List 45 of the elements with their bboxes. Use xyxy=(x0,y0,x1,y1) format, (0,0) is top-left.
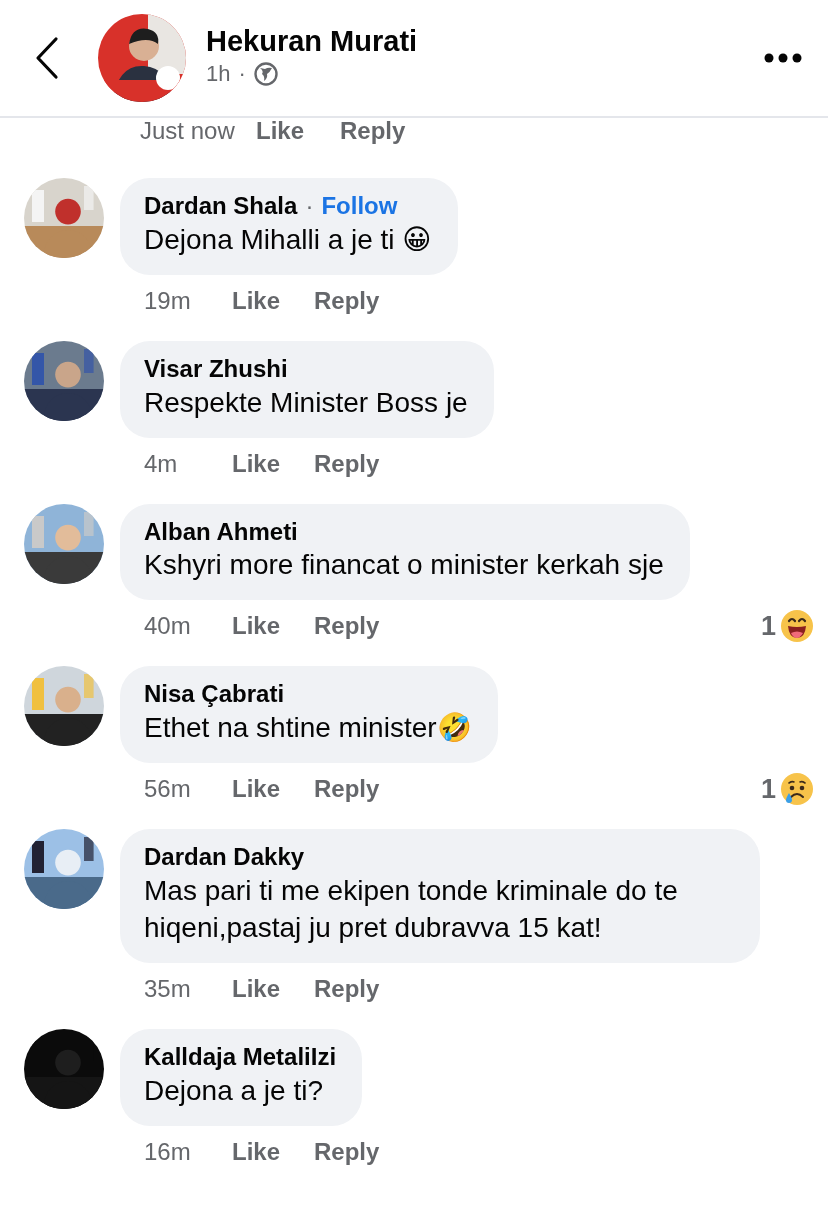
comment-time: Just now xyxy=(140,118,236,145)
like-link[interactable]: Like xyxy=(256,118,340,145)
comment-text: Kshyri more financat o minister kerkah sje xyxy=(144,548,664,583)
comment-text: Dejona Mihalli a je ti 😀 xyxy=(144,223,432,258)
commenter-name[interactable]: Nisa Çabrati xyxy=(144,680,285,709)
commenter-name[interactable]: Kalldaja MetaliIzi xyxy=(144,1043,337,1072)
author-name[interactable]: Hekuran Murati xyxy=(206,25,748,58)
crying-face-icon[interactable] xyxy=(780,771,814,806)
reply-link[interactable]: Reply xyxy=(314,770,380,807)
reaction-count: 1 xyxy=(760,609,776,643)
commenter-name[interactable]: Dardan Shala xyxy=(144,192,298,222)
like-link[interactable]: Like xyxy=(232,445,281,482)
comment-time: 35m xyxy=(144,974,192,1005)
comment-text: Ethet na shtine minister🤣 xyxy=(144,710,472,745)
separator-dot: · xyxy=(238,60,246,89)
reply-link[interactable]: Reply xyxy=(340,118,406,145)
comment-text: Mas pari ti me ekipen tonde kriminale do te hiqeni,pastaj ju pret dubravva 15 kat! xyxy=(144,873,679,946)
follow-link[interactable]: Follow xyxy=(321,192,398,222)
separator-dot: · xyxy=(305,192,314,222)
comment-time: 16m xyxy=(144,1136,192,1167)
commenter-name[interactable]: Dardan Dakky xyxy=(144,842,305,872)
commenter-name[interactable]: Visar Zhushi xyxy=(144,355,288,384)
like-link[interactable]: Like xyxy=(232,1133,281,1170)
comment-time: 56m xyxy=(144,773,192,804)
globe-icon xyxy=(253,61,278,86)
more-icon[interactable] xyxy=(764,53,802,63)
post-time: 1h xyxy=(206,60,231,89)
comment-text: Dejona a je ti? xyxy=(144,1073,324,1108)
comment-time: 19m xyxy=(144,286,192,316)
like-link[interactable]: Like xyxy=(232,283,281,319)
like-link[interactable]: Like xyxy=(232,770,281,807)
commenter-name[interactable]: Alban Ahmeti xyxy=(144,517,298,547)
reply-link[interactable]: Reply xyxy=(314,283,380,319)
reaction-count: 1 xyxy=(760,772,776,806)
reply-link[interactable]: Reply xyxy=(314,1133,380,1170)
comment-text: Respekte Minister Boss je xyxy=(144,385,468,420)
like-link[interactable]: Like xyxy=(232,971,281,1008)
like-link[interactable]: Like xyxy=(232,608,281,645)
comment-time: 40m xyxy=(144,611,192,642)
comment-time: 4m xyxy=(144,448,179,479)
back-icon[interactable] xyxy=(34,36,60,80)
reply-link[interactable]: Reply xyxy=(314,971,380,1008)
laughing-face-icon[interactable] xyxy=(780,609,814,644)
reply-link[interactable]: Reply xyxy=(314,608,380,645)
reply-link[interactable]: Reply xyxy=(314,445,380,482)
